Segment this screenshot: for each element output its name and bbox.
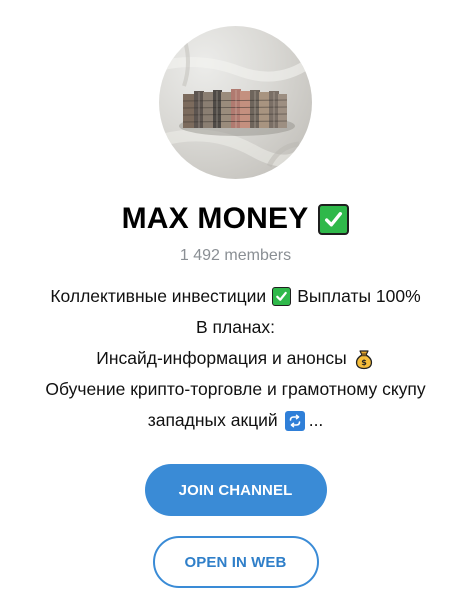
channel-avatar	[159, 26, 312, 179]
description-text: Обучение крипто-торговле и грамотному ск…	[45, 379, 426, 399]
svg-text:$: $	[361, 358, 367, 367]
money-stacks-photo	[159, 26, 312, 168]
description-line: В планах:	[6, 312, 466, 343]
check-mark-button-icon	[318, 203, 350, 235]
money-bag-icon: $	[353, 348, 375, 370]
description-line: Инсайд-информация и анонсы $	[6, 343, 466, 374]
check-mark-button-icon	[272, 287, 292, 306]
description-text: Коллективные инвестиции	[50, 286, 267, 306]
open-in-web-button[interactable]: OPEN IN WEB	[152, 536, 319, 588]
description-line: Коллективные инвестиции Выплаты 100%	[6, 281, 466, 312]
join-channel-button[interactable]: JOIN CHANNEL	[144, 464, 327, 516]
description-line: Обучение крипто-торговле и грамотному ск…	[6, 374, 466, 405]
channel-description: Коллективные инвестиции Выплаты 100% В п…	[6, 281, 466, 436]
description-text: Инсайд-информация и анонсы	[96, 348, 347, 368]
channel-title: MAX MONEY	[121, 202, 309, 235]
member-count: 1 492 members	[179, 247, 292, 264]
channel-title-row: MAX MONEY	[122, 199, 350, 239]
description-ellipsis: ...	[308, 410, 324, 430]
repeat-button-icon	[284, 410, 305, 431]
description-line: западных акций ...	[6, 405, 466, 436]
description-text: западных акций	[147, 410, 278, 430]
description-text: В планах:	[196, 317, 275, 337]
description-text: Выплаты 100%	[297, 286, 421, 306]
channel-preview-card: MAX MONEY 1 492 members Коллективные инв…	[0, 0, 471, 613]
